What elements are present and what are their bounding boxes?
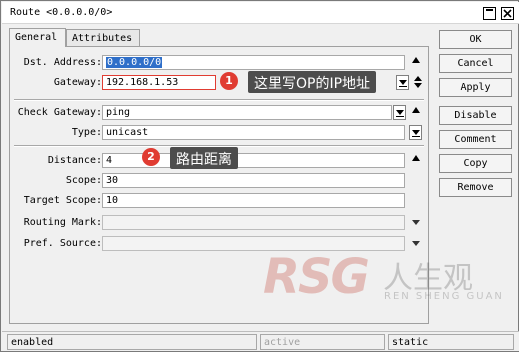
annotation-gateway: 这里写OP的IP地址 [248, 71, 377, 93]
status-enabled: enabled [7, 334, 257, 350]
status-active: active [260, 334, 385, 350]
gateway-label: Gateway: [53, 77, 102, 88]
type-value: unicast [106, 127, 149, 138]
apply-button[interactable]: Apply [439, 78, 512, 97]
type-label: Type: [71, 127, 102, 138]
check-gateway-dropdown[interactable] [393, 105, 406, 120]
scope-field[interactable]: 30 [102, 173, 405, 188]
tab-attributes[interactable]: Attributes [66, 29, 140, 46]
watermark-en: REN SHENG GUAN [384, 291, 504, 302]
collapse-up-icon[interactable] [412, 107, 420, 113]
annotation-badge-2: 2 [142, 148, 160, 166]
comment-button[interactable]: Comment [439, 130, 512, 149]
dst-address-row: Dst. Address: 0.0.0.0/0 [10, 55, 428, 71]
watermark-logo: RSG 人生观 REN SHENG GUAN [263, 249, 518, 314]
status-static: static [388, 334, 514, 350]
tab-general[interactable]: General [9, 28, 66, 47]
gateway-updown-icon[interactable] [413, 76, 423, 90]
type-dropdown[interactable] [409, 125, 422, 140]
dst-address-label: Dst. Address: [23, 57, 102, 68]
window-title: Route <0.0.0.0/0> [10, 7, 113, 18]
separator [14, 99, 424, 101]
close-button[interactable] [501, 7, 514, 20]
scope-value: 30 [106, 175, 119, 186]
cancel-button[interactable]: Cancel [439, 54, 512, 73]
dst-address-value: 0.0.0.0/0 [106, 57, 163, 68]
type-field[interactable]: unicast [102, 125, 405, 140]
scope-label: Scope: [65, 175, 102, 186]
routing-mark-dropdown-icon[interactable] [410, 215, 423, 230]
check-gateway-row: Check Gateway: ping [10, 105, 428, 121]
status-bar: enabled active static [2, 331, 519, 351]
gateway-type-dropdown[interactable] [396, 75, 409, 90]
routing-mark-row: Routing Mark: [10, 215, 428, 231]
annotation-badge-1: 1 [220, 72, 238, 90]
title-bar[interactable]: Route <0.0.0.0/0> [2, 2, 519, 24]
copy-button[interactable]: Copy [439, 154, 512, 173]
distance-label: Distance: [47, 155, 102, 166]
minimize-button[interactable] [483, 7, 496, 20]
disable-button[interactable]: Disable [439, 106, 512, 125]
target-scope-label: Target Scope: [23, 195, 102, 206]
close-icon [503, 9, 512, 18]
type-row: Type: unicast [10, 125, 428, 141]
target-scope-field[interactable]: 10 [102, 193, 405, 208]
pref-source-label: Pref. Source: [23, 238, 102, 249]
remove-button[interactable]: Remove [439, 178, 512, 197]
routing-mark-field[interactable] [102, 215, 405, 230]
check-gateway-label: Check Gateway: [17, 107, 102, 118]
collapse-up-icon[interactable] [412, 155, 420, 161]
dst-address-field[interactable]: 0.0.0.0/0 [102, 55, 405, 70]
distance-value: 4 [106, 155, 113, 166]
watermark-rsg: RSG [263, 249, 370, 305]
annotation-distance: 路由距离 [170, 147, 238, 169]
collapse-up-icon[interactable] [412, 57, 420, 63]
check-gateway-value: ping [106, 107, 131, 118]
gateway-value: 192.168.1.53 [106, 77, 179, 88]
scope-row: Scope: 30 [10, 173, 428, 189]
routing-mark-label: Routing Mark: [23, 217, 102, 228]
ok-button[interactable]: OK [439, 30, 512, 49]
route-dialog: Route <0.0.0.0/0> General Attributes Dst… [0, 0, 519, 352]
check-gateway-field[interactable]: ping [102, 105, 392, 120]
target-scope-row: Target Scope: 10 [10, 193, 428, 209]
gateway-field[interactable]: 192.168.1.53 [102, 75, 216, 90]
target-scope-value: 10 [106, 195, 119, 206]
